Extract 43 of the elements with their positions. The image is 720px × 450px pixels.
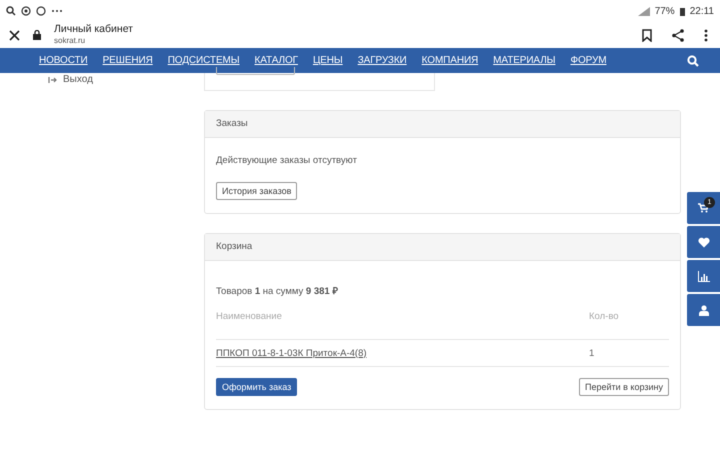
nav-link[interactable]: КОМПАНИЯ — [422, 55, 478, 66]
column-header: Наименование — [216, 311, 283, 322]
empty-message: Действующие заказы отсутвуют — [216, 155, 358, 166]
search-icon[interactable] — [687, 54, 699, 66]
heart-icon — [698, 236, 710, 248]
card-title: Корзина — [205, 234, 680, 261]
more-icon — [51, 9, 63, 13]
share-icon[interactable] — [672, 28, 684, 42]
nav-link[interactable]: МАТЕРИАЛЫ — [493, 55, 556, 66]
close-icon[interactable] — [9, 30, 20, 40]
cart-summary: Товаров 1 на сумму 9 381 ₽ — [216, 285, 340, 297]
clock: 22:11 — [690, 6, 714, 16]
battery-icon — [680, 6, 685, 16]
nav-link[interactable]: ЗАГРУЗКИ — [358, 55, 407, 66]
more-icon[interactable] — [704, 28, 708, 42]
sidebar-link[interactable]: Выход — [63, 74, 93, 85]
order-history-button[interactable]: История заказов — [216, 182, 298, 200]
cart-icon — [698, 203, 709, 213]
go-to-cart-button[interactable]: Перейти в корзину — [578, 378, 669, 396]
bar-chart-icon — [698, 270, 710, 282]
nav-link[interactable]: ЦЕНЫ — [312, 55, 343, 66]
page-url: sokrat.ru — [54, 35, 86, 47]
card-title: Заказы — [205, 111, 680, 138]
nav-link[interactable]: КАТАЛОГ — [254, 55, 298, 66]
exit-icon — [48, 76, 57, 84]
column-header: Кол-во — [589, 311, 620, 322]
search-icon — [6, 6, 16, 16]
nav-link[interactable]: РЕШЕНИЯ — [102, 55, 153, 66]
favorite-button[interactable] — [687, 226, 720, 258]
nav-link[interactable]: ФОРУМ — [570, 55, 606, 66]
compare-button[interactable] — [687, 260, 720, 292]
checkout-button[interactable]: Оформить заказ — [216, 378, 298, 396]
battery-level: 77% — [654, 6, 675, 16]
page-title: Личный кабинет — [54, 23, 133, 35]
profile-button[interactable] — [687, 294, 720, 326]
bookmark-icon[interactable] — [642, 28, 652, 42]
nav-link[interactable]: НОВОСТИ — [39, 55, 88, 66]
lock-icon — [33, 30, 41, 40]
user-icon — [698, 304, 708, 316]
product-link[interactable]: ППКОП 011-8-1-03К Приток-А-4(8) — [216, 348, 367, 358]
signal-icon — [638, 6, 650, 16]
nav-link[interactable]: ПОДСИСТЕМЫ — [168, 55, 240, 66]
quantity-cell-text: 1 — [589, 348, 596, 358]
